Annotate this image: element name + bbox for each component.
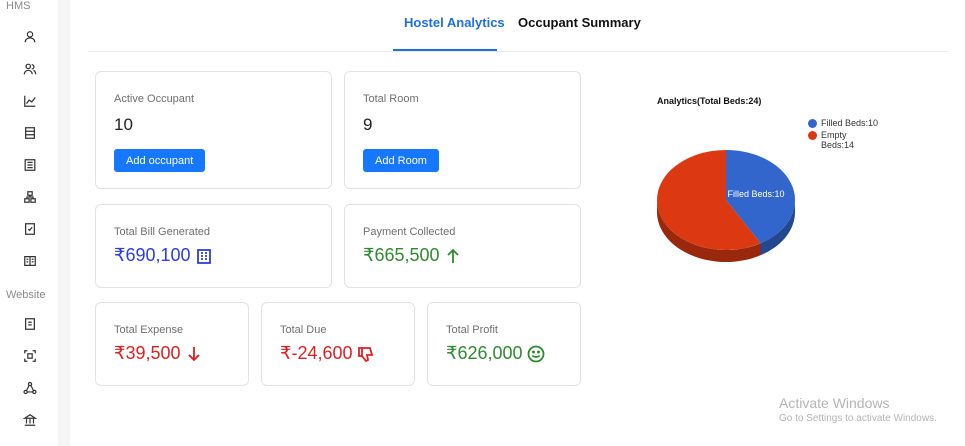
total-room-label: Total Room [363,93,419,105]
tab-bar: Hostel Analytics Occupant Summary [88,0,948,52]
smile-icon [527,345,545,363]
arrow-up-icon [444,247,462,265]
total-bill-amount: ₹690,100 [114,245,213,266]
total-bill-label: Total Bill Generated [114,226,210,238]
book-icon[interactable] [22,253,38,269]
legend-item-filled: Filled Beds:10 [808,118,881,128]
legend-label-empty: Empty Beds:14 [821,130,855,150]
hierarchy-icon[interactable] [22,189,38,205]
users-icon[interactable] [22,61,38,77]
user-icon[interactable] [22,29,38,45]
total-due-value: ₹-24,600 [280,343,353,363]
chart-title: Analytics(Total Beds:24) [657,96,762,106]
chart-legend: Filled Beds:10 Empty Beds:14 [808,118,881,152]
total-profit-label: Total Profit [446,324,498,336]
tab-hostel-analytics[interactable]: Hostel Analytics [404,15,505,30]
file-icon[interactable] [22,316,38,332]
add-room-button[interactable]: Add Room [363,149,439,172]
pie-slice-label-0: Filled Beds:10 [727,189,784,199]
list-icon[interactable] [22,125,38,141]
sidebar-section-website: Website [6,289,46,301]
payment-collected-card: Payment Collected ₹665,500 [344,204,581,288]
line-chart-icon[interactable] [22,93,38,109]
total-due-amount: ₹-24,600 [280,343,375,364]
total-profit-card: Total Profit ₹626,000 [427,302,581,386]
total-profit-value: ₹626,000 [446,343,523,363]
bank-icon[interactable] [22,412,38,428]
activate-windows-title: Activate Windows [779,395,890,411]
total-room-card: Total Room 9 Add Room [344,71,581,189]
sidebar-section-hms: HMS [6,0,31,12]
add-occupant-button[interactable]: Add occupant [114,149,206,172]
pie-chart: Filled Beds:10 [657,150,795,262]
activate-windows-subtitle: Go to Settings to activate Windows. [779,413,937,424]
payment-collected-amount: ₹665,500 [363,245,462,266]
scan-icon[interactable] [22,348,38,364]
thumbs-down-icon [357,345,375,363]
total-room-value: 9 [363,115,373,134]
total-expense-label: Total Expense [114,324,184,336]
total-bill-card: Total Bill Generated ₹690,100 [95,204,332,288]
legend-label-filled: Filled Beds:10 [821,118,879,128]
arrow-down-icon [185,345,203,363]
payment-collected-label: Payment Collected [363,226,456,238]
active-occupant-value: 10 [114,115,133,134]
total-due-card: Total Due ₹-24,600 [261,302,415,386]
sidebar: HMS Website [0,0,58,446]
legend-item-empty: Empty Beds:14 [808,130,881,150]
legend-swatch-filled [808,119,817,128]
legend-swatch-empty [808,131,817,140]
active-tab-indicator [393,49,497,51]
active-occupant-card: Active Occupant 10 Add occupant [95,71,332,189]
receipt-icon[interactable] [22,221,38,237]
total-profit-amount: ₹626,000 [446,343,545,364]
sidebar-divider [58,0,70,446]
total-due-label: Total Due [280,324,327,336]
tab-occupant-summary[interactable]: Occupant Summary [518,15,641,30]
total-bill-value: ₹690,100 [114,245,191,265]
active-occupant-label: Active Occupant [114,93,195,105]
share-nodes-icon[interactable] [22,380,38,396]
building-icon [195,247,213,265]
total-expense-value: ₹39,500 [114,343,181,363]
payment-collected-value: ₹665,500 [363,245,440,265]
total-expense-amount: ₹39,500 [114,343,203,364]
total-expense-card: Total Expense ₹39,500 [95,302,249,386]
building-icon[interactable] [22,157,38,173]
